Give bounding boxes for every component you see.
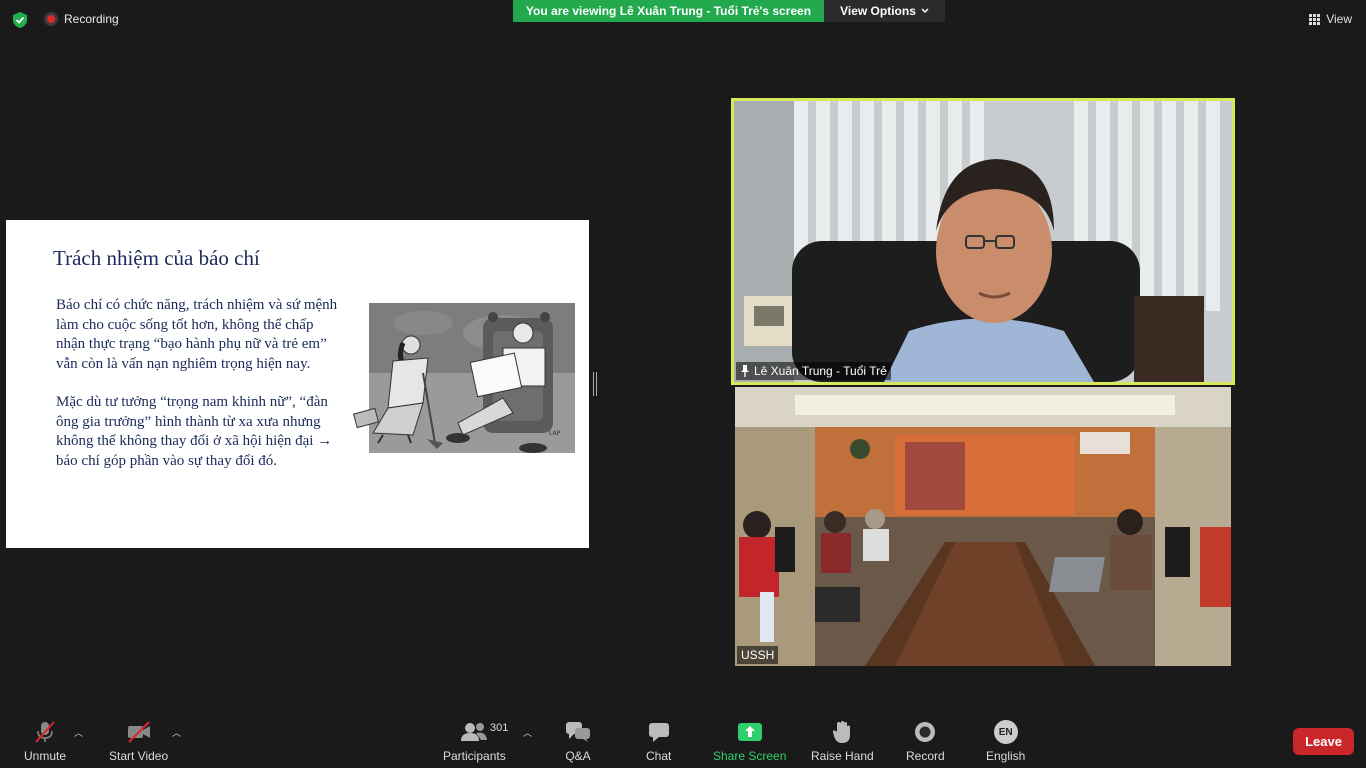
grid-icon [1309,13,1321,25]
participants-label: Participants [443,749,506,763]
participants-count: 301 [490,722,509,734]
slide-paragraph-2: Mặc dù tư tưởng “trọng nam khinh nữ”, “đ… [56,394,333,469]
chat-icon [647,720,671,744]
participants-options-caret[interactable]: ︿ [523,726,532,739]
svg-text:LAP: LAP [549,430,561,437]
audio-options-caret[interactable]: ︿ [74,726,83,739]
qa-icon [565,720,591,744]
record-label: Record [906,749,945,763]
split-view-resize-handle[interactable] [593,372,597,396]
recording-icon [44,12,58,26]
unmute-button[interactable]: Unmute [24,720,66,763]
qa-button[interactable]: Q&A [565,720,591,763]
recording-label: Recording [64,12,119,26]
viewing-banner: You are viewing Lê Xuân Trung - Tuổi Trẻ… [513,0,824,22]
room-name: USSH [741,648,775,662]
start-video-button[interactable]: Start Video [109,720,168,763]
language-code: EN [993,720,1018,744]
view-options-label: View Options [840,4,916,18]
slide-title: Trách nhiệm của báo chí [53,246,260,270]
speaker-video-feed [734,101,1232,382]
room-video-feed [735,387,1231,666]
share-screen-button[interactable]: Share Screen [713,720,786,763]
chevron-down-icon [921,8,929,14]
speaker-name-tag: Lê Xuân Trung - Tuổi Trẻ [736,362,891,380]
qa-label: Q&A [565,749,591,763]
view-button[interactable]: View [1305,10,1356,28]
raise-hand-button[interactable]: Raise Hand [811,720,874,763]
view-label: View [1326,12,1352,26]
video-options-caret[interactable]: ︿ [172,726,181,739]
start-video-label: Start Video [109,749,169,763]
language-button[interactable]: EN English [986,720,1025,763]
raise-hand-icon [832,720,852,744]
slide-paragraph-1: Báo chí có chức năng, trách nhiệm và sứ … [56,297,338,372]
raise-hand-label: Raise Hand [811,749,874,763]
security-shield-icon[interactable] [12,11,28,29]
participants-icon [460,720,488,744]
microphone-muted-icon [33,720,57,744]
pin-icon [741,365,749,377]
leave-label: Leave [1305,734,1342,749]
chat-button[interactable]: Chat [646,720,671,763]
chat-label: Chat [646,749,672,763]
cartoon-illustration: LAP [353,303,575,453]
language-icon: EN [993,720,1018,744]
room-name-tag: USSH [737,646,779,664]
recording-indicator[interactable]: Recording [44,12,119,26]
room-video-tile[interactable]: USSH [735,387,1231,666]
viewing-banner-text: You are viewing Lê Xuân Trung - Tuổi Trẻ… [525,4,812,18]
language-label: English [986,749,1026,763]
speaker-name: Lê Xuân Trung - Tuổi Trẻ [754,364,887,378]
share-screen-icon [737,720,763,744]
slide-body: Báo chí có chức năng, trách nhiệm và sứ … [56,296,346,471]
leave-button[interactable]: Leave [1293,728,1354,755]
video-camera-off-icon [126,720,152,744]
speaker-video-tile[interactable]: Lê Xuân Trung - Tuổi Trẻ [731,98,1235,385]
share-screen-label: Share Screen [713,749,787,763]
shared-screen-slide: Trách nhiệm của báo chí Báo chí có chức … [6,220,589,548]
view-options-button[interactable]: View Options [824,0,945,22]
unmute-label: Unmute [24,749,67,763]
record-icon [914,720,936,744]
record-button[interactable]: Record [906,720,945,763]
